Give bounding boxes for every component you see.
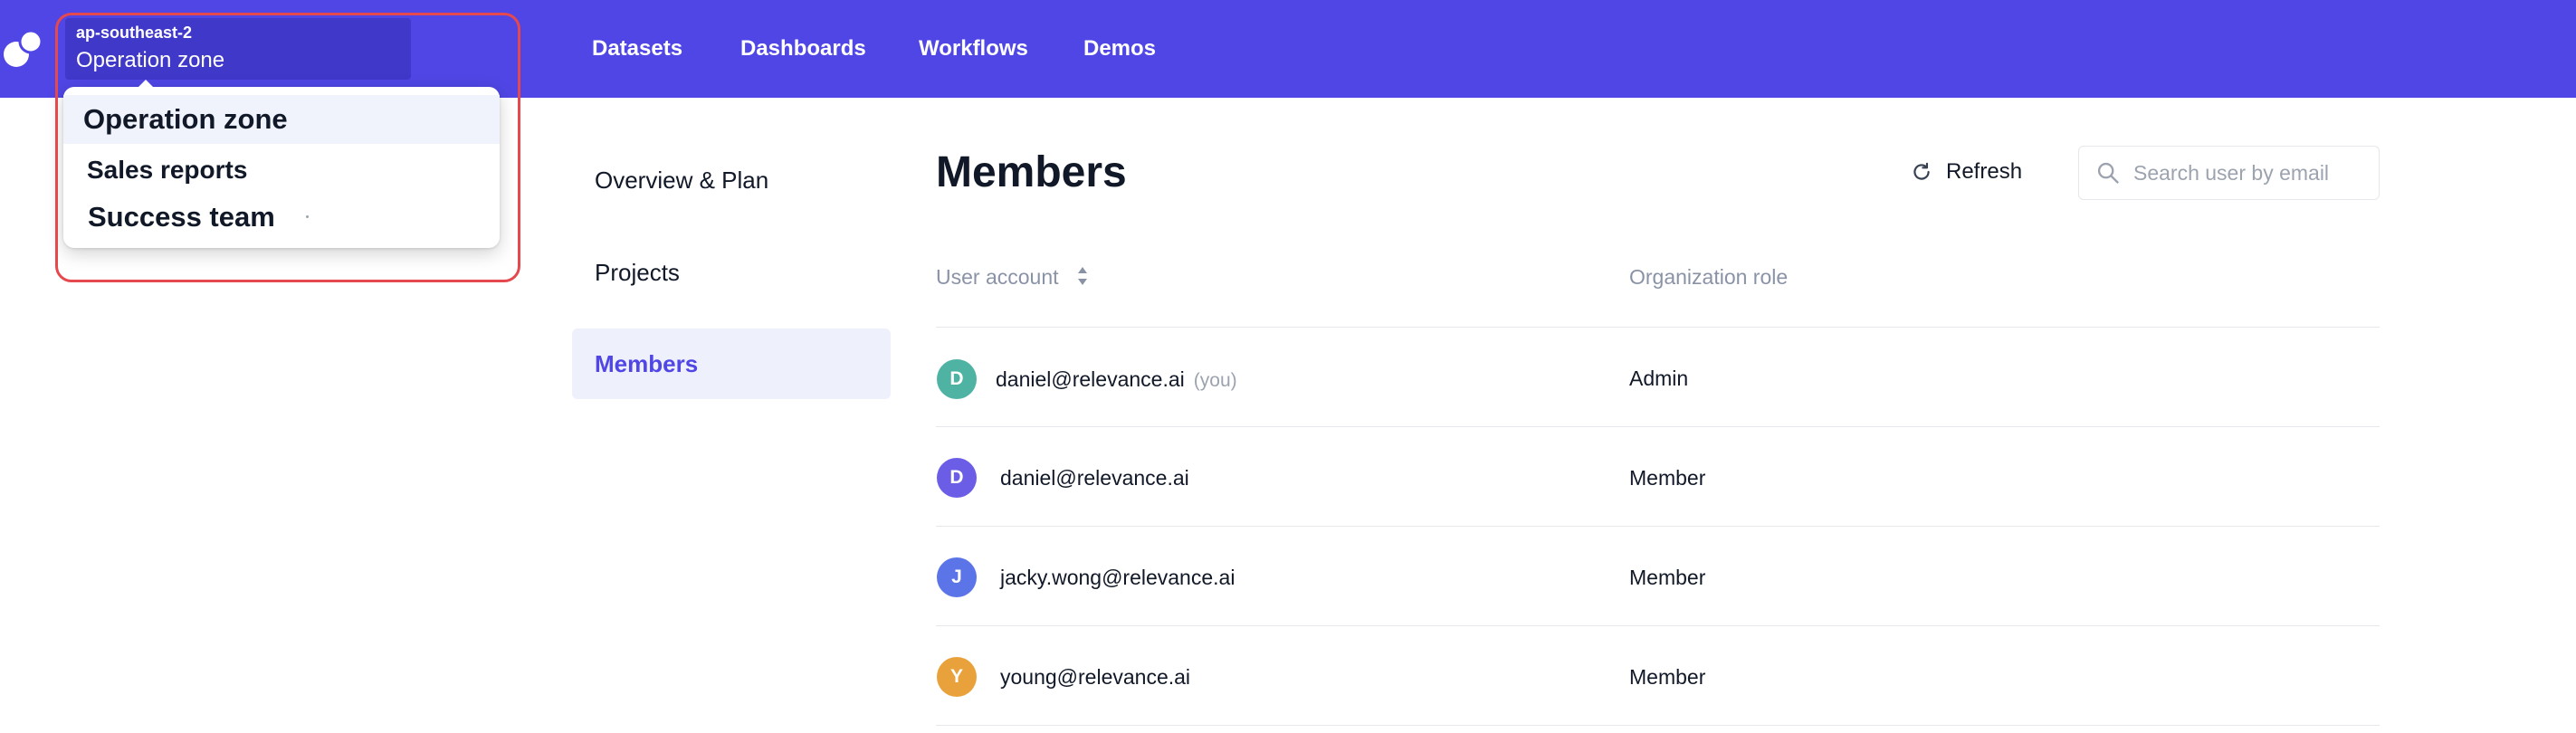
nav-workflows[interactable]: Workflows (919, 31, 1028, 67)
workspace-switcher-button[interactable]: ap-southeast-2 Operation zone (65, 18, 411, 80)
avatar: D (937, 359, 977, 399)
column-header-user-account: User account (936, 265, 1059, 289)
avatar: Y (937, 657, 977, 697)
role-text: Member (1629, 665, 1706, 689)
search-icon (2097, 162, 2119, 184)
user-email: jacky.wong@relevance.ai (1000, 566, 1236, 589)
table-divider (936, 725, 2380, 726)
user-email: daniel@relevance.ai (996, 367, 1185, 391)
refresh-icon (1913, 162, 1930, 180)
decorative-dot (306, 215, 309, 218)
table-divider (936, 327, 2380, 328)
refresh-label: Refresh (1946, 159, 2023, 184)
refresh-button[interactable]: Refresh (1910, 152, 2022, 192)
table-divider (936, 526, 2380, 527)
dropdown-caret (138, 80, 154, 88)
nav-demos[interactable]: Demos (1083, 31, 1156, 67)
role-text: Member (1629, 466, 1706, 490)
user-email: daniel@relevance.ai (1000, 466, 1189, 490)
role-text: Member (1629, 566, 1706, 589)
role-text: Admin (1629, 366, 1689, 390)
table-divider (936, 625, 2380, 626)
dropdown-item-success-team[interactable]: Success team (63, 195, 500, 240)
workspace-name: Operation zone (76, 48, 225, 72)
nav-datasets[interactable]: Datasets (592, 31, 682, 67)
table-row-email: daniel@relevance.ai (you) (996, 363, 1237, 397)
column-header-organization-role: Organization role (1629, 265, 1789, 289)
workspace-region: ap-southeast-2 (76, 24, 193, 42)
search-user-input[interactable] (2133, 160, 2360, 186)
search-box (2078, 146, 2380, 200)
dropdown-item-sales-reports[interactable]: Sales reports (63, 149, 500, 191)
top-navigation-bar: ap-southeast-2 Operation zone Datasets D… (0, 0, 2576, 98)
sidebar-item-members[interactable]: Members (572, 328, 891, 399)
dropdown-item-operation-zone[interactable]: Operation zone (63, 95, 500, 144)
sidebar-item-overview-plan[interactable]: Overview & Plan (572, 145, 891, 215)
avatar: J (937, 557, 977, 597)
nav-dashboards[interactable]: Dashboards (740, 31, 866, 67)
user-email: young@relevance.ai (1000, 665, 1191, 689)
sort-icon[interactable] (1076, 265, 1089, 287)
table-divider (936, 426, 2380, 427)
avatar: D (937, 458, 977, 498)
page-title: Members (936, 148, 1127, 196)
workspace-dropdown-menu: Operation zone Sales reports Success tea… (63, 80, 500, 248)
sidebar-item-projects[interactable]: Projects (572, 237, 891, 308)
you-label: (you) (1193, 370, 1237, 391)
logo-icon (4, 29, 43, 67)
